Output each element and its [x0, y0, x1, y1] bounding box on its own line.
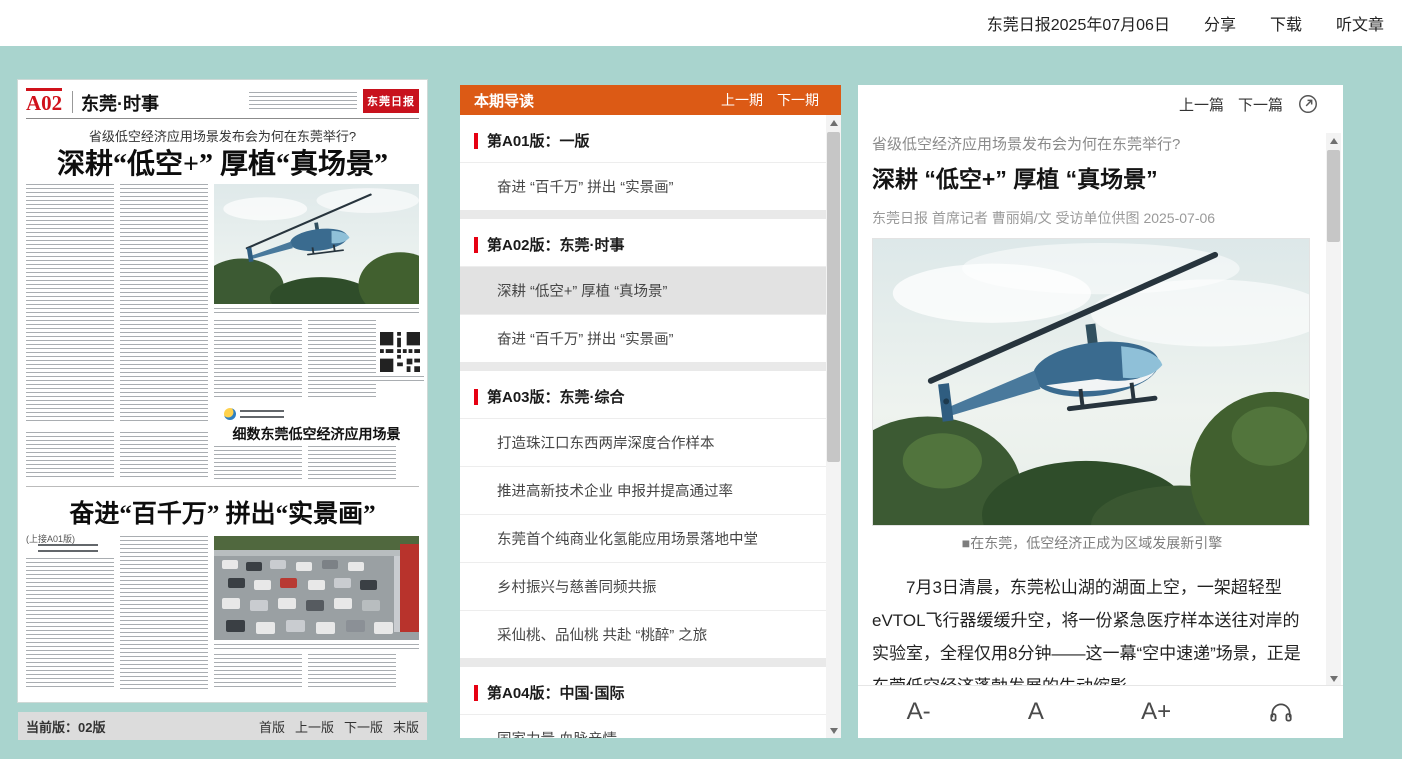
font-default-button[interactable]: A	[1028, 698, 1044, 726]
toc-section: 第A02版：东莞·时事 深耕 “低空+” 厚植 “真场景” 奋进 “百千万” 拼…	[460, 219, 826, 371]
newsprint-column	[26, 432, 114, 480]
page-section-title: 东莞·时事	[81, 90, 159, 116]
newsprint-column	[120, 432, 208, 480]
toc-section-label: 第A03版：东莞·综合	[460, 371, 826, 418]
newsprint-column	[308, 320, 376, 400]
toc-section-label: 第A01版：一版	[460, 115, 826, 162]
toc-section-label-text: 第A03版：东莞·综合	[487, 386, 625, 407]
article-nav: 上一篇 下一篇	[1179, 93, 1319, 115]
toc-item[interactable]: 奋进 “百千万” 拼出 “实景画”	[460, 314, 826, 362]
toc-section-label-text: 第A02版：东莞·时事	[487, 234, 625, 255]
page-main-headline[interactable]: 深耕“低空+” 厚植“真场景”	[18, 142, 427, 182]
next-page-link[interactable]: 下一版	[344, 717, 383, 736]
red-bar-icon	[474, 133, 478, 149]
share-link[interactable]: 分享	[1204, 11, 1236, 35]
toc-section: 第A03版：东莞·综合 打造珠江口东西两岸深度合作样本 推进高新技术企业 申报并…	[460, 371, 826, 667]
scroll-up-icon[interactable]	[1326, 133, 1341, 148]
newsprint-column	[308, 654, 396, 690]
column-subhead-line	[38, 544, 98, 552]
photo-caption-line	[214, 308, 419, 313]
newsprint-column	[26, 184, 114, 424]
external-link-icon[interactable]	[1297, 93, 1319, 115]
toc-item[interactable]: 打造珠江口东西两岸深度合作样本	[460, 418, 826, 466]
video-logo-icon	[224, 408, 236, 420]
article-scrollbar-thumb[interactable]	[1327, 150, 1340, 242]
toc-section-label-text: 第A01版：一版	[487, 130, 590, 151]
toc-item[interactable]: 采仙桃、品仙桃 共赴 “桃醉” 之旅	[460, 610, 826, 658]
article-kicker: 省级低空经济应用场景发布会为何在东莞举行?	[872, 133, 1312, 154]
qr-caption-line	[376, 376, 424, 381]
newsprint-column	[214, 320, 302, 400]
prev-issue-link[interactable]: 上一期	[721, 90, 763, 110]
first-page-link[interactable]: 首版	[259, 717, 285, 736]
last-page-link[interactable]: 末版	[393, 717, 419, 736]
masthead-info-lines	[249, 92, 357, 110]
helicopter-photo-small	[214, 184, 419, 304]
scroll-down-icon[interactable]	[1326, 671, 1341, 686]
issue-title: 东莞日报2025年07月06日	[987, 11, 1170, 35]
article-content: 省级低空经济应用场景发布会为何在东莞举行? 深耕 “低空+” 厚植 “真场景” …	[872, 129, 1312, 686]
next-article-link[interactable]: 下一篇	[1238, 94, 1283, 115]
article-title: 深耕 “低空+” 厚植 “真场景”	[872, 160, 1312, 194]
newsprint-column	[308, 446, 396, 480]
masthead-divider	[72, 91, 73, 113]
top-bar: 东莞日报2025年07月06日 分享 下载 听文章	[0, 0, 1402, 46]
toc-section-label: 第A04版：中国·国际	[460, 667, 826, 714]
scroll-down-icon[interactable]	[826, 723, 841, 738]
next-issue-link[interactable]: 下一期	[777, 90, 819, 110]
toc-item[interactable]: 国家力量 血脉亲情	[460, 714, 826, 738]
article-panel: 上一篇 下一篇 省级低空经济应用场景发布会为何在东莞举行? 深耕 “低空+” 厚…	[858, 85, 1343, 738]
edition-badge: A02	[26, 88, 62, 114]
photo-caption: ■在东莞，低空经济正成为区域发展新引擎	[872, 533, 1312, 553]
newspaper-logo: 东莞日报	[363, 89, 419, 113]
article-paragraph: 7月3日清晨，东莞松山湖的湖面上空，一架超轻型eVTOL飞行器缓缓升空，将一份紧…	[872, 571, 1312, 686]
scroll-up-icon[interactable]	[826, 115, 841, 130]
article-photo	[872, 238, 1310, 526]
toc-section: 第A01版：一版 奋进 “百千万” 拼出 “实景画”	[460, 115, 826, 219]
toc-section-label-text: 第A04版：中国·国际	[487, 682, 625, 703]
red-bar-icon	[474, 685, 478, 701]
article-divider-rule	[26, 486, 419, 487]
current-page-label: 当前版：02版	[26, 717, 105, 736]
download-link[interactable]: 下载	[1270, 11, 1302, 35]
font-increase-button[interactable]: A+	[1141, 698, 1171, 726]
toc-panel: 本期导读 上一期 下一期 第A01版：一版 奋进 “百千万” 拼出 “实景画” …	[460, 85, 841, 738]
headphones-icon[interactable]	[1268, 699, 1294, 725]
toc-item[interactable]: 推进高新技术企业 申报并提高通过率	[460, 466, 826, 514]
toc-scrollbar-thumb[interactable]	[827, 132, 840, 462]
font-decrease-button[interactable]: A-	[907, 698, 931, 726]
toc-item[interactable]: 奋进 “百千万” 拼出 “实景画”	[460, 162, 826, 210]
article-scrollbar[interactable]	[1326, 133, 1341, 686]
prev-page-link[interactable]: 上一版	[295, 717, 334, 736]
newsprint-column	[214, 446, 302, 480]
toc-scrollbar[interactable]	[826, 115, 841, 738]
toc-item[interactable]: 东莞首个纯商业化氢能应用场景落地中堂	[460, 514, 826, 562]
feature-tag-line	[240, 410, 284, 418]
newsprint-column	[26, 558, 114, 690]
toc-item-active[interactable]: 深耕 “低空+” 厚植 “真场景”	[460, 266, 826, 314]
red-bar-icon	[474, 237, 478, 253]
article-byline: 东莞日报 首席记者 曹丽娟/文 受访单位供图 2025-07-06	[872, 208, 1312, 228]
newsprint-column	[120, 184, 208, 424]
newsprint-column	[120, 536, 208, 690]
article-toolbar: A- A A+	[858, 685, 1343, 738]
toc-title: 本期导读	[474, 90, 534, 111]
traffic-photo	[214, 536, 419, 640]
listen-article-link[interactable]: 听文章	[1336, 11, 1384, 35]
page-navigation-bar: 当前版：02版 首版 上一版 下一版 末版	[18, 712, 427, 740]
page-masthead: A02 东莞·时事 东莞日报	[26, 88, 419, 119]
photo-caption-line	[214, 644, 419, 649]
feature-headline[interactable]: 细数东莞低空经济应用场景	[214, 424, 419, 444]
newsprint-column	[214, 654, 302, 690]
prev-article-link[interactable]: 上一篇	[1179, 94, 1224, 115]
toc-list: 第A01版：一版 奋进 “百千万” 拼出 “实景画” 第A02版：东莞·时事 深…	[460, 115, 826, 738]
toc-item[interactable]: 乡村振兴与慈善同频共振	[460, 562, 826, 610]
toc-header: 本期导读 上一期 下一期	[460, 85, 841, 115]
page-second-headline[interactable]: 奋进“百千万” 拼出“实景画”	[18, 494, 427, 530]
red-bar-icon	[474, 389, 478, 405]
qr-code	[380, 332, 420, 372]
toc-section: 第A04版：中国·国际 国家力量 血脉亲情 中国人民抗日战争 纪念馆将恢复开放	[460, 667, 826, 738]
newspaper-page-panel: A02 东莞·时事 东莞日报 省级低空经济应用场景发布会为何在东莞举行? 深耕“…	[18, 80, 427, 702]
toc-section-label: 第A02版：东莞·时事	[460, 219, 826, 266]
